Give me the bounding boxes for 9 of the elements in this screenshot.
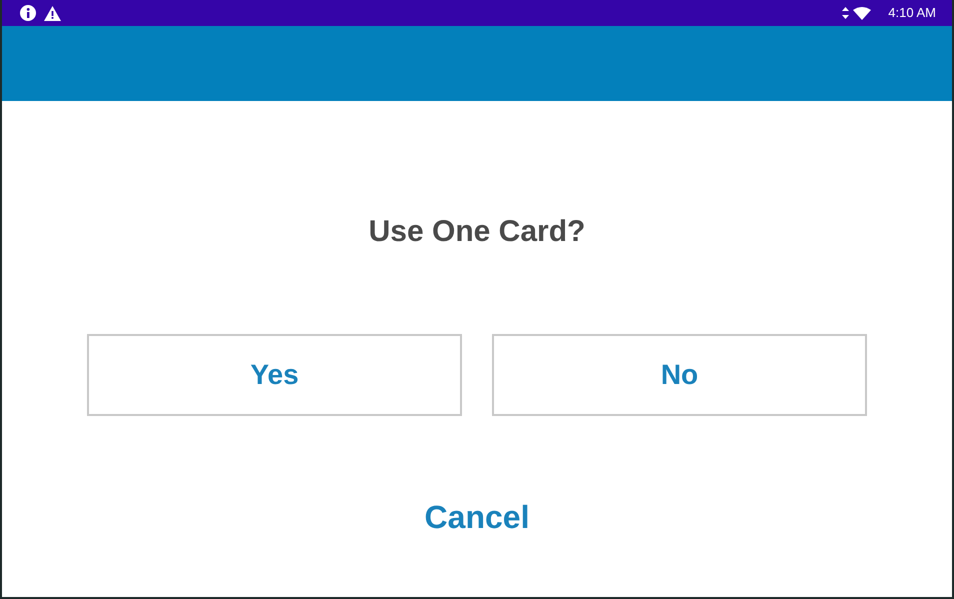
info-icon bbox=[20, 5, 36, 21]
data-arrows-icon bbox=[842, 7, 850, 19]
dialog-question: Use One Card? bbox=[368, 214, 586, 250]
clock-time: 4:10 AM bbox=[888, 4, 936, 22]
wifi-icon bbox=[853, 6, 872, 20]
choice-button[interactable]: Yes bbox=[87, 334, 462, 416]
choice-button[interactable]: No bbox=[492, 334, 867, 416]
warning-icon bbox=[44, 6, 61, 20]
cancel-link[interactable]: Cancel bbox=[418, 492, 536, 542]
